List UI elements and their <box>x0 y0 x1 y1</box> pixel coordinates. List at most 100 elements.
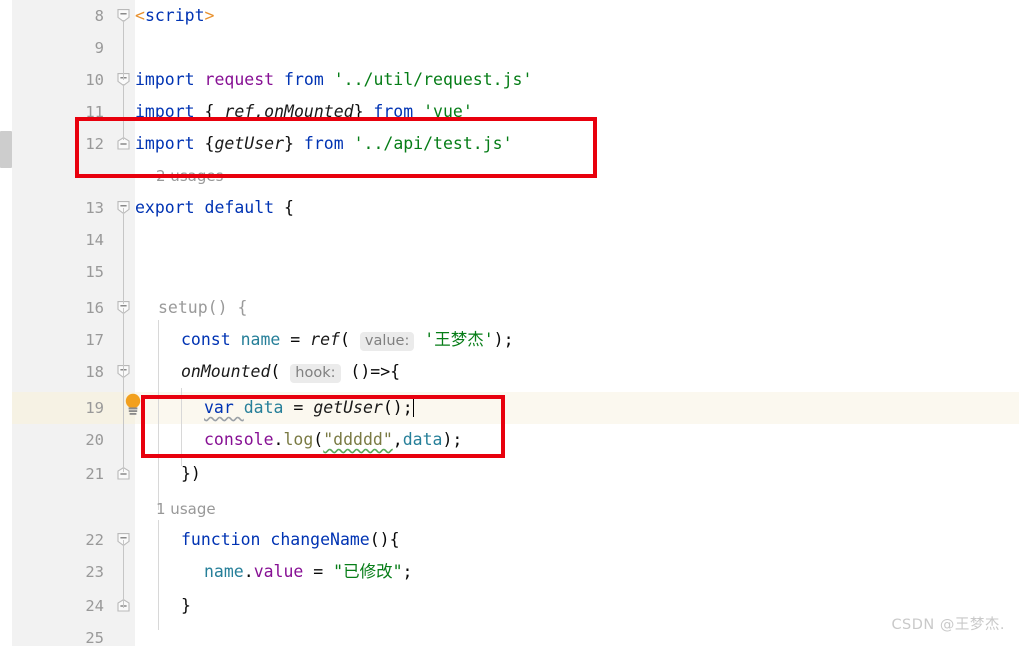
code-token: import <box>135 134 205 153</box>
code-line[interactable]: import request from '../util/request.js' <box>135 64 532 96</box>
code-token: value <box>253 562 304 581</box>
code-token: , <box>392 430 403 449</box>
code-token: console <box>204 430 274 449</box>
lightbulb-icon[interactable] <box>122 392 144 418</box>
code-line[interactable]: import {getUser} from '../api/test.js' <box>135 128 513 160</box>
code-token: { <box>204 134 215 153</box>
code-token: setup <box>158 298 208 317</box>
line-number[interactable]: 8 <box>12 0 122 32</box>
code-token: . <box>273 430 284 449</box>
code-line[interactable]: export default { <box>135 192 294 224</box>
code-line[interactable]: }) <box>181 458 201 490</box>
code-token: '王梦杰' <box>424 330 494 349</box>
text-caret <box>412 398 415 417</box>
code-editor[interactable]: 8 <script> 9 10 import request from '../util… <box>0 0 1019 647</box>
code-token: name <box>204 562 244 581</box>
code-token: ( <box>270 362 291 381</box>
code-token: data <box>243 398 284 417</box>
line-number[interactable]: 13 <box>12 192 122 224</box>
code-token: name <box>240 330 281 349</box>
code-line[interactable]: setup() { <box>158 292 247 324</box>
code-token: request <box>204 70 275 89</box>
line-number[interactable]: 9 <box>12 32 122 64</box>
line-number[interactable]: 17 <box>12 324 122 356</box>
line-number[interactable]: 19 <box>12 392 122 424</box>
code-token: ( <box>339 330 360 349</box>
line-number[interactable]: 10 <box>12 64 122 96</box>
fold-region-rail <box>123 84 124 140</box>
code-token: < <box>135 6 145 25</box>
code-token: } <box>284 134 294 153</box>
code-token: onMounted <box>181 362 271 381</box>
line-number[interactable]: 15 <box>12 256 122 288</box>
code-token: ref <box>310 330 340 349</box>
line-number[interactable]: 11 <box>12 96 122 128</box>
line-number[interactable]: 12 <box>12 128 122 160</box>
code-token: import <box>135 70 205 89</box>
line-number[interactable]: 16 <box>12 292 122 324</box>
code-token: (){ <box>369 530 400 549</box>
code-line[interactable]: import { ref,onMounted} from 'vue' <box>135 96 473 128</box>
line-number[interactable]: 25 <box>12 622 122 654</box>
code-token: } <box>181 596 191 615</box>
code-token: ); <box>493 330 514 349</box>
line-number[interactable]: 20 <box>12 424 122 456</box>
indent-guide <box>181 388 182 466</box>
code-token: { <box>284 198 294 217</box>
code-line[interactable]: console.log("ddddd",data); <box>204 424 462 456</box>
code-line[interactable]: <script> <box>135 0 214 32</box>
code-line[interactable]: const name = ref( value: '王梦杰'); <box>181 324 514 356</box>
code-token: changeName <box>270 530 370 549</box>
line-number[interactable]: 18 <box>12 356 122 388</box>
fold-region-rail <box>123 208 124 304</box>
fold-region-rail <box>123 308 124 376</box>
line-number[interactable]: 22 <box>12 524 122 556</box>
code-line[interactable]: onMounted( hook: ()=>{ <box>181 356 400 388</box>
code-token: '../util/request.js' <box>333 70 533 89</box>
left-scrollbar-track[interactable] <box>0 0 12 646</box>
code-token: "已修改" <box>333 562 403 581</box>
code-token: ()=>{ <box>340 362 401 381</box>
code-token: data <box>402 430 443 449</box>
fold-region-rail <box>123 20 124 80</box>
code-token: getUser <box>214 134 285 153</box>
usage-count-hint[interactable]: 1 usage <box>156 496 216 522</box>
code-token: from <box>293 134 354 153</box>
code-token: } <box>353 102 364 121</box>
fold-region-rail <box>123 540 124 608</box>
code-line[interactable]: name.value = "已修改"; <box>204 556 412 588</box>
line-number[interactable]: 21 <box>12 458 122 490</box>
code-token: = <box>280 330 311 349</box>
code-token: ; <box>402 562 413 581</box>
code-token: '../api/test.js' <box>353 134 513 153</box>
code-token: script <box>144 6 205 25</box>
code-token: ( <box>313 430 324 449</box>
code-token: from <box>363 102 424 121</box>
watermark-text: CSDN @王梦杰. <box>891 617 1005 633</box>
usage-count-hint[interactable]: 2 usages <box>156 163 223 189</box>
code-token: }) <box>181 464 201 483</box>
code-line[interactable]: function changeName(){ <box>181 524 400 556</box>
line-number[interactable]: 23 <box>12 556 122 588</box>
left-scrollbar-thumb[interactable] <box>0 131 12 168</box>
code-token: = <box>283 398 314 417</box>
code-token: value: <box>359 332 415 351</box>
fold-region-rail <box>123 376 124 472</box>
code-token: const <box>181 330 241 349</box>
code-token: import <box>135 102 205 121</box>
line-number[interactable]: 24 <box>12 590 122 622</box>
code-token: 'vue' <box>423 102 473 121</box>
code-token: log <box>283 430 314 449</box>
code-token: (); <box>382 398 413 417</box>
code-token: ); <box>442 430 463 449</box>
indent-guide <box>158 320 159 510</box>
indent-guide <box>158 520 159 630</box>
code-token: hook: <box>290 364 341 383</box>
code-line[interactable]: var data = getUser(); <box>204 392 415 424</box>
code-token: export default <box>135 198 285 217</box>
code-token: ref,onMounted <box>224 102 354 121</box>
line-number[interactable]: 14 <box>12 224 122 256</box>
code-line[interactable]: } <box>181 590 191 622</box>
code-token: "ddddd" <box>323 430 393 449</box>
